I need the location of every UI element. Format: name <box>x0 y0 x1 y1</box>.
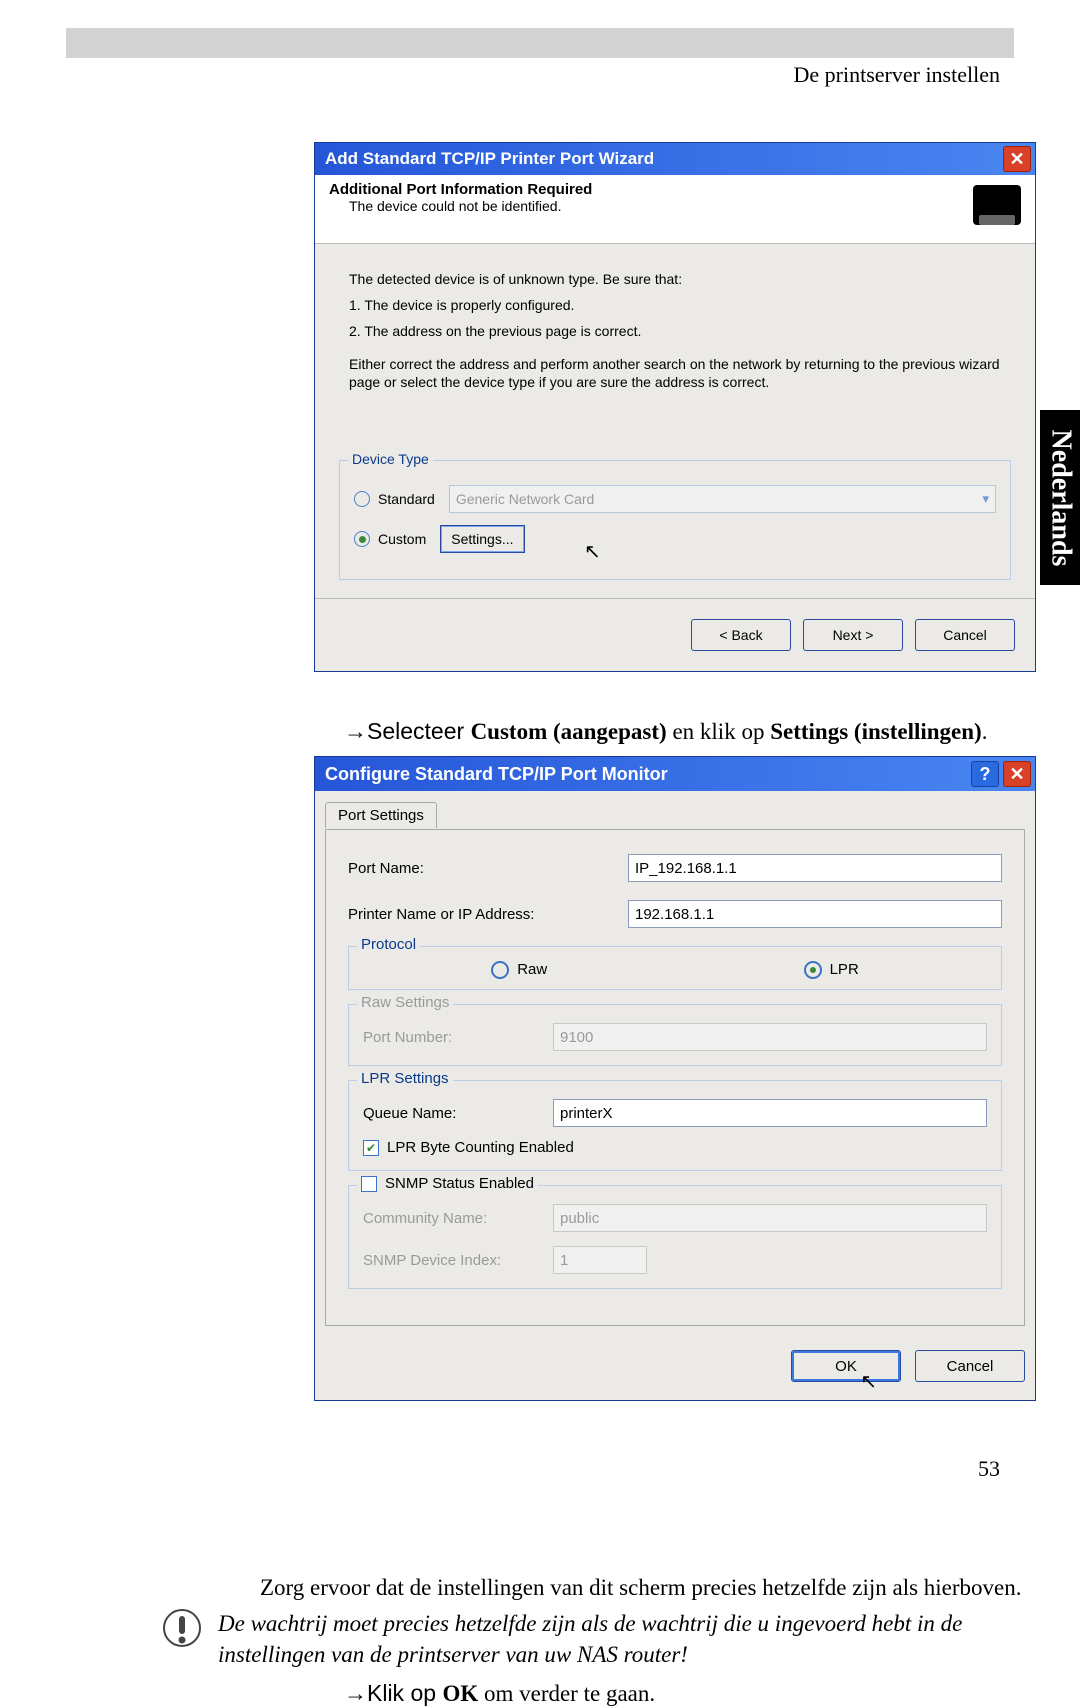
chevron-down-icon: ▾ <box>982 491 989 507</box>
radio-standard-label: Standard <box>378 491 435 507</box>
printer-addr-input[interactable]: 192.168.1.1 <box>628 900 1002 928</box>
protocol-fieldset: Protocol Raw LPR <box>348 946 1002 990</box>
cursor-icon: ↖ <box>860 1369 877 1394</box>
wizard-titlebar[interactable]: Add Standard TCP/IP Printer Port Wizard … <box>315 143 1035 175</box>
language-side-tab-label: Nederlands <box>1044 429 1076 566</box>
instruction-line-3: →Klik op OK om verder te gaan. <box>344 1680 655 1707</box>
portmon-tab-body: Port Name: IP_192.168.1.1 Printer Name o… <box>325 829 1025 1326</box>
arrow-icon: →Klik op <box>344 1680 442 1706</box>
tab-port-settings[interactable]: Port Settings <box>325 802 437 828</box>
lpr-settings-legend: LPR Settings <box>357 1070 453 1087</box>
page-number: 53 <box>978 1456 1000 1482</box>
note-icon <box>162 1608 202 1654</box>
instruction-line-2: Zorg ervoor dat de instellingen van dit … <box>260 1575 1022 1601</box>
port-name-label: Port Name: <box>348 860 628 877</box>
instruction-bold: Custom (aangepast) <box>471 719 667 744</box>
port-monitor-dialog: Configure Standard TCP/IP Port Monitor ?… <box>314 756 1036 1401</box>
ok-button[interactable]: OK <box>791 1350 901 1382</box>
portmon-tab-strip: Port Settings <box>315 791 1035 829</box>
radio-raw[interactable] <box>491 961 509 979</box>
radio-lpr[interactable] <box>804 961 822 979</box>
lpr-queue-input[interactable]: printerX <box>553 1099 987 1127</box>
lpr-settings-fieldset: LPR Settings Queue Name: printerX ✔ LPR … <box>348 1080 1002 1171</box>
device-type-legend: Device Type <box>348 451 433 467</box>
lpr-queue-label: Queue Name: <box>363 1105 553 1122</box>
instruction-text: om verder te gaan. <box>478 1681 655 1706</box>
language-side-tab: Nederlands <box>1040 410 1080 585</box>
port-name-row: Port Name: IP_192.168.1.1 <box>348 854 1002 882</box>
radio-raw-row[interactable]: Raw <box>491 961 547 979</box>
wizard-heading: Additional Port Information Required <box>329 181 592 198</box>
wizard-header-panel: Additional Port Information Required The… <box>315 175 1035 243</box>
snmp-index-input: 1 <box>553 1246 647 1274</box>
top-grey-bar <box>66 28 1014 58</box>
wizard-body: The detected device is of unknown type. … <box>315 243 1035 440</box>
portmon-titlebar[interactable]: Configure Standard TCP/IP Port Monitor ?… <box>315 757 1035 791</box>
snmp-fieldset: ✔SNMP Status Enabled Community Name: pub… <box>348 1185 1002 1289</box>
raw-settings-legend: Raw Settings <box>357 994 453 1011</box>
snmp-comm-input: public <box>553 1204 987 1232</box>
close-icon[interactable]: ✕ <box>1003 761 1031 787</box>
wizard-title: Add Standard TCP/IP Printer Port Wizard <box>325 149 654 169</box>
instruction-text: en klik op <box>667 719 771 744</box>
portmon-title: Configure Standard TCP/IP Port Monitor <box>325 764 668 785</box>
snmp-checkbox[interactable]: ✔ <box>361 1176 377 1192</box>
device-type-combo-value: Generic Network Card <box>456 491 595 507</box>
wizard-body-line: The detected device is of unknown type. … <box>349 270 1001 288</box>
wizard-subheading: The device could not be identified. <box>349 198 592 214</box>
wizard-body-line: Either correct the address and perform a… <box>349 355 1001 391</box>
snmp-legend: SNMP Status Enabled <box>385 1175 534 1192</box>
lpr-byte-label: LPR Byte Counting Enabled <box>387 1139 574 1156</box>
help-icon[interactable]: ? <box>971 761 999 787</box>
raw-port-input: 9100 <box>553 1023 987 1051</box>
instruction-text: . <box>982 719 988 744</box>
wizard-button-row: < Back Next > Cancel <box>315 598 1035 671</box>
instruction-bold: OK <box>442 1681 478 1706</box>
radio-custom-row[interactable]: Custom Settings... ↖ <box>354 525 996 553</box>
wizard-body-line: 2. The address on the previous page is c… <box>349 322 1001 340</box>
protocol-legend: Protocol <box>357 936 420 953</box>
section-header: De printserver instellen <box>794 62 1001 88</box>
radio-raw-label: Raw <box>517 961 547 978</box>
note-text: De wachtrij moet precies hetzelfde zijn … <box>218 1608 1000 1670</box>
radio-lpr-row[interactable]: LPR <box>804 961 859 979</box>
radio-custom[interactable] <box>354 531 370 547</box>
wizard-body-line: 1. The device is properly configured. <box>349 296 1001 314</box>
port-name-input[interactable]: IP_192.168.1.1 <box>628 854 1002 882</box>
back-button[interactable]: < Back <box>691 619 791 651</box>
raw-settings-fieldset: Raw Settings Port Number: 9100 <box>348 1004 1002 1066</box>
cursor-icon: ↖ <box>584 539 601 564</box>
device-type-combo[interactable]: Generic Network Card ▾ <box>449 485 996 513</box>
snmp-legend-row[interactable]: ✔ SNMP Status Enabled <box>357 1175 538 1192</box>
next-button[interactable]: Next > <box>803 619 903 651</box>
cancel-button[interactable]: Cancel <box>915 619 1015 651</box>
close-icon[interactable]: ✕ <box>1003 146 1031 172</box>
snmp-index-label: SNMP Device Index: <box>363 1252 553 1269</box>
device-type-fieldset: Device Type Standard Generic Network Car… <box>339 460 1011 580</box>
printer-addr-row: Printer Name or IP Address: 192.168.1.1 <box>348 900 1002 928</box>
snmp-comm-label: Community Name: <box>363 1210 553 1227</box>
instruction-bold: Settings (instellingen) <box>770 719 981 744</box>
raw-port-label: Port Number: <box>363 1029 553 1046</box>
printer-icon <box>973 185 1021 225</box>
instruction-line-1: →Selecteer Custom (aangepast) en klik op… <box>344 718 987 745</box>
printer-addr-label: Printer Name or IP Address: <box>348 906 628 923</box>
radio-lpr-label: LPR <box>830 961 859 978</box>
radio-custom-label: Custom <box>378 531 426 547</box>
radio-standard[interactable] <box>354 491 370 507</box>
lpr-byte-checkbox[interactable]: ✔ <box>363 1140 379 1156</box>
cancel-button[interactable]: Cancel <box>915 1350 1025 1382</box>
settings-button[interactable]: Settings... <box>440 525 524 553</box>
radio-standard-row[interactable]: Standard Generic Network Card ▾ <box>354 485 996 513</box>
tcpip-wizard-dialog: Add Standard TCP/IP Printer Port Wizard … <box>314 142 1036 672</box>
portmon-button-row: OK Cancel ↖ <box>315 1336 1035 1400</box>
arrow-icon: →Selecteer <box>344 718 471 744</box>
